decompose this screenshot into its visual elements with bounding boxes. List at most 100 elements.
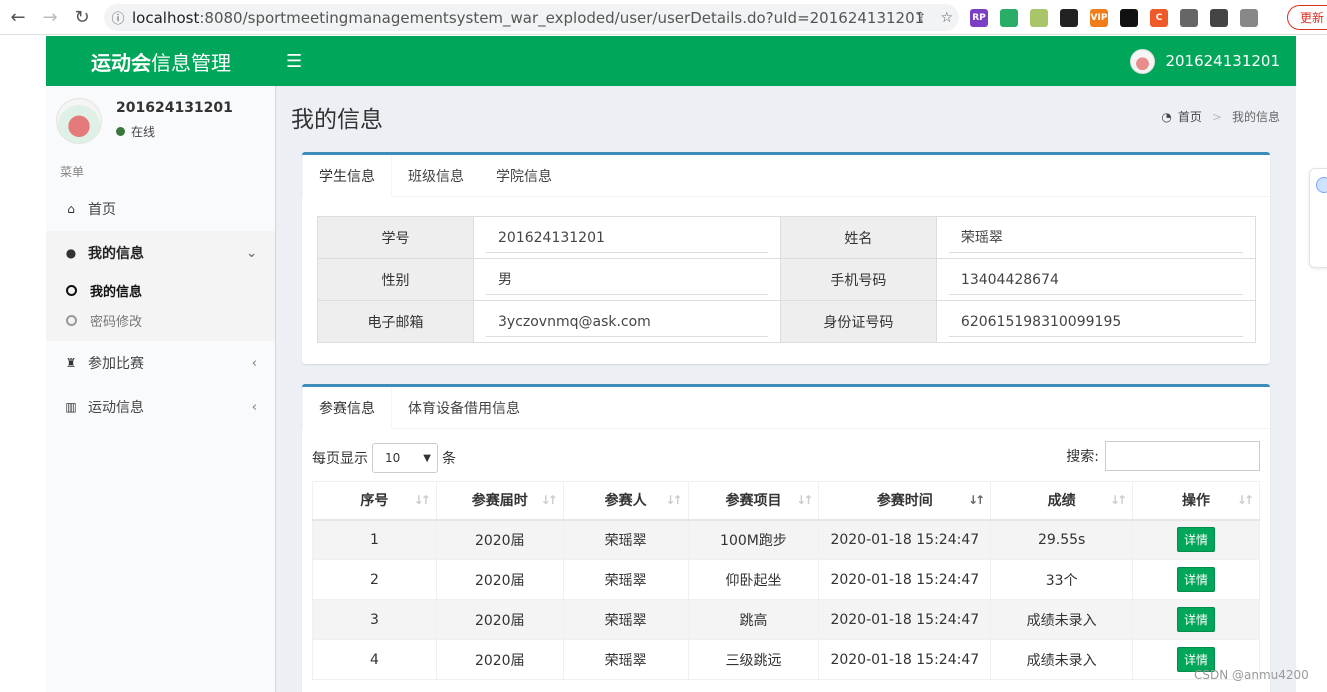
reload-icon[interactable]: ↻ bbox=[68, 3, 96, 31]
wechat-extension-icon[interactable] bbox=[1000, 9, 1018, 27]
length-prefix: 每页显示 bbox=[312, 451, 368, 467]
table-cell-person: 荣瑶翠 bbox=[562, 599, 689, 640]
sidebar-item-home[interactable]: ⌂ 首页 bbox=[46, 187, 275, 231]
column-header[interactable]: 参赛人 ↓↑ bbox=[562, 481, 689, 521]
glasses-extension-icon[interactable] bbox=[1120, 9, 1138, 27]
tab-class-info[interactable]: 班级信息 bbox=[392, 155, 480, 197]
info-row: 学号 201624131201 姓名 荣瑶翠 bbox=[317, 216, 1257, 259]
search-input[interactable] bbox=[1105, 441, 1260, 471]
column-header[interactable]: 参赛届时 ↓↑ bbox=[435, 481, 564, 521]
column-header-label: 成绩 bbox=[1047, 493, 1076, 510]
info-label: 电子邮箱 bbox=[317, 300, 474, 343]
bookmark-star-icon[interactable]: ☆ bbox=[940, 10, 953, 26]
sidebar-item-my-info[interactable]: ● 我的信息 ⌄ bbox=[46, 231, 275, 275]
table-controls: 每页显示 10 ▼ 条 搜索: bbox=[312, 439, 1260, 473]
main-content: 我的信息 ◔ 首页 > 我的信息 学生信息 班级信息 学院信息 学号 201624… bbox=[276, 86, 1296, 692]
tab-college-info[interactable]: 学院信息 bbox=[480, 155, 568, 197]
chevron-left-icon: ‹ bbox=[251, 399, 257, 415]
sidebar-toggle-icon[interactable]: ☰ bbox=[286, 36, 302, 86]
game-extension-icon[interactable] bbox=[1060, 9, 1078, 27]
column-header[interactable]: 成绩 ↓↑ bbox=[990, 481, 1134, 521]
menu-header: 菜单 bbox=[60, 165, 85, 179]
info-tabs: 学生信息 班级信息 学院信息 bbox=[302, 155, 1270, 197]
puzzle-extension-icon[interactable] bbox=[1180, 9, 1198, 27]
table-row: 4 2020届 荣瑶翠 三级跳远 2020-01-18 15:24:47 成绩未录入 详情 bbox=[312, 639, 1260, 680]
student-info-table: 学号 201624131201 姓名 荣瑶翠 性别男手机号码 13404428674 电子邮… bbox=[317, 216, 1257, 343]
trophy-icon: ♜ bbox=[65, 356, 77, 370]
sidebar-item-sports-info[interactable]: ▥ 运动信息 ‹ bbox=[46, 385, 275, 429]
user-menu[interactable]: 201624131201 bbox=[1130, 36, 1280, 86]
home-icon: ⌂ bbox=[67, 202, 75, 216]
info-row: 性别男手机号码 13404428674 bbox=[317, 258, 1257, 301]
table-search: 搜索: bbox=[1066, 441, 1260, 471]
table-row: 1 2020届 荣瑶翠 100M跑步 2020-01-18 15:24:47 29.55s… bbox=[312, 519, 1260, 560]
column-header[interactable]: 序号 ↓↑ bbox=[312, 481, 437, 521]
table-cell-session: 2020届 bbox=[435, 639, 564, 680]
profile-icon[interactable] bbox=[1240, 9, 1258, 27]
matches-box: 参赛信息 体育设备借用信息 每页显示 10 ▼ 条 搜索: 序号 ↓↑ 参赛届时 ↓↑… bbox=[302, 384, 1270, 692]
breadcrumb-separator: > bbox=[1211, 109, 1222, 124]
top-navbar: 运动会 信息管理 ☰ 201624131201 bbox=[46, 36, 1296, 86]
tab-student-info[interactable]: 学生信息 bbox=[302, 155, 392, 197]
tab-equipment-info[interactable]: 体育设备借用信息 bbox=[392, 387, 536, 429]
image-extension-icon[interactable] bbox=[1030, 9, 1048, 27]
sidebar-item-label: 参加比赛 bbox=[88, 356, 144, 372]
info-value-cell: 13404428674 bbox=[935, 258, 1257, 301]
info-value: 620615198310099195 bbox=[948, 307, 1243, 337]
info-value: 13404428674 bbox=[948, 265, 1243, 295]
rp-extension-icon[interactable]: RP bbox=[970, 9, 988, 27]
detail-button[interactable]: 详情 bbox=[1177, 567, 1216, 592]
table-cell-session: 2020届 bbox=[435, 599, 564, 640]
address-bar[interactable]: ⓘ localhost:8080/sportmeetingmanagements… bbox=[104, 4, 959, 31]
floating-side-widget[interactable] bbox=[1309, 168, 1327, 268]
column-header[interactable]: 参赛项目 ↓↑ bbox=[687, 481, 820, 521]
user-avatar bbox=[56, 98, 102, 144]
c-extension-icon[interactable]: C bbox=[1150, 9, 1168, 27]
sidebar-item-join-match[interactable]: ♜ 参加比赛 ‹ bbox=[46, 341, 275, 385]
table-cell-person: 荣瑶翠 bbox=[562, 639, 689, 680]
sort-icon: ↓↑ bbox=[968, 493, 985, 507]
sidebar-item-label: 我的信息 bbox=[88, 246, 144, 262]
table-cell-no: 2 bbox=[312, 559, 437, 600]
site-info-icon[interactable]: ⓘ bbox=[104, 8, 132, 27]
column-header[interactable]: 操作 ↓↑ bbox=[1132, 481, 1260, 521]
column-header[interactable]: 参赛时间 ↓↑ bbox=[818, 481, 992, 521]
page-length-select[interactable]: 10 ▼ bbox=[372, 443, 438, 473]
table-cell-action: 详情 bbox=[1132, 559, 1260, 600]
breadcrumb-home[interactable]: 首页 bbox=[1178, 108, 1202, 125]
sort-icon: ↓↑ bbox=[665, 493, 682, 507]
share-icon[interactable]: ⇪ bbox=[915, 10, 927, 26]
sort-icon: ↓↑ bbox=[540, 493, 558, 507]
submenu-item-label: 我的信息 bbox=[90, 284, 143, 300]
table-cell-person: 荣瑶翠 bbox=[562, 559, 689, 600]
forward-arrow-icon[interactable]: → bbox=[36, 3, 64, 31]
header-username: 201624131201 bbox=[1165, 52, 1280, 70]
table-header-row: 序号 ↓↑ 参赛届时 ↓↑ 参赛人 ↓↑ 参赛项目 ↓↑ 参赛时间 ↓↑ 成绩 ↓↑ 操作 ↓↑ bbox=[312, 481, 1260, 521]
tab-match-info[interactable]: 参赛信息 bbox=[302, 387, 392, 429]
table-cell-session: 2020届 bbox=[435, 559, 564, 600]
detail-button[interactable]: 详情 bbox=[1177, 527, 1216, 553]
info-label: 学号 bbox=[317, 216, 474, 259]
vip-extension-icon[interactable]: VIP bbox=[1090, 9, 1108, 27]
update-button[interactable]: 更新 bbox=[1287, 5, 1327, 30]
submenu-item-my-info[interactable]: 我的信息 bbox=[46, 275, 275, 305]
info-value-cell: 620615198310099195 bbox=[935, 300, 1257, 343]
student-info-box: 学生信息 班级信息 学院信息 学号 201624131201 姓名 荣瑶翠 性别男手机号… bbox=[302, 152, 1270, 364]
matches-tabs: 参赛信息 体育设备借用信息 bbox=[302, 387, 1270, 429]
detail-button[interactable]: 详情 bbox=[1177, 607, 1216, 632]
online-dot-icon bbox=[116, 127, 125, 136]
info-value: 男 bbox=[486, 265, 768, 295]
address-url[interactable]: localhost:8080/sportmeetingmanagementsys… bbox=[132, 9, 924, 27]
chevron-left-icon: ‹ bbox=[251, 355, 257, 371]
back-arrow-icon[interactable]: ← bbox=[4, 3, 32, 31]
sidepanel-icon[interactable] bbox=[1210, 9, 1228, 27]
brand-logo[interactable]: 运动会 信息管理 bbox=[46, 36, 276, 86]
table-cell-event: 跳高 bbox=[687, 599, 820, 640]
submenu-item-password[interactable]: 密码修改 bbox=[46, 305, 275, 335]
length-suffix: 条 bbox=[442, 451, 456, 467]
sort-icon: ↓↑ bbox=[1236, 493, 1254, 507]
search-label: 搜索: bbox=[1066, 449, 1099, 465]
info-label: 姓名 bbox=[779, 216, 937, 259]
url-host: localhost bbox=[132, 8, 200, 27]
info-label: 性别 bbox=[317, 258, 474, 301]
